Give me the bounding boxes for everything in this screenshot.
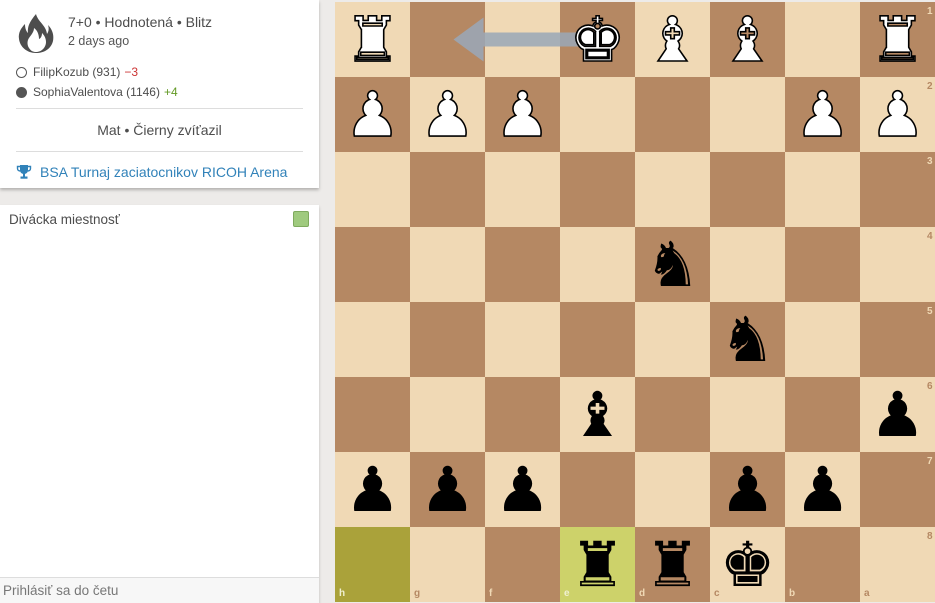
game-setup: 7+0 • Hodnotená • Blitz [68, 14, 213, 30]
rating-diff: −3 [124, 65, 139, 79]
square-f6[interactable] [485, 377, 560, 452]
square-c4[interactable] [710, 227, 785, 302]
square-c3[interactable] [710, 152, 785, 227]
white-rook-icon[interactable]: ♜ [860, 2, 935, 77]
square-g1[interactable] [410, 2, 485, 77]
square-a3[interactable] [860, 152, 935, 227]
game-info-card: 7+0 • Hodnotená • Blitz 2 days ago Filip… [0, 0, 319, 188]
rating-diff: +4 [163, 85, 178, 99]
square-c6[interactable] [710, 377, 785, 452]
square-h5[interactable] [335, 302, 410, 377]
tournament-name: BSA Turnaj zaciatocnikov RICOH Arena [40, 164, 288, 180]
players-list: FilipKozub (931) −3 SophiaValentova (114… [16, 62, 303, 102]
black-pawn-icon[interactable]: ♟ [860, 377, 935, 452]
blitz-fire-icon [18, 14, 54, 53]
square-h8[interactable] [335, 527, 410, 602]
game-header: 7+0 • Hodnotená • Blitz 2 days ago [16, 12, 303, 60]
square-e4[interactable] [560, 227, 635, 302]
white-pawn-icon[interactable]: ♟ [860, 77, 935, 152]
file-label: b [789, 588, 796, 599]
square-g8[interactable] [410, 527, 485, 602]
spectator-chat-panel: Divácka miestnosť [0, 205, 319, 603]
white-pawn-icon[interactable]: ♟ [410, 77, 485, 152]
rank-label: 3 [927, 156, 933, 167]
square-h3[interactable] [335, 152, 410, 227]
file-label: g [414, 588, 421, 599]
square-b1[interactable] [785, 2, 860, 77]
black-pawn-icon[interactable]: ♟ [710, 452, 785, 527]
chat-toggle-checkbox[interactable] [293, 211, 309, 227]
white-pawn-icon[interactable]: ♟ [485, 77, 560, 152]
black-pawn-icon[interactable]: ♟ [410, 452, 485, 527]
white-rook-icon[interactable]: ♜ [335, 2, 410, 77]
square-a7[interactable] [860, 452, 935, 527]
square-f1[interactable] [485, 2, 560, 77]
game-result: Mat • Čierny zvíťazil [97, 122, 222, 138]
rank-label: 8 [927, 531, 933, 542]
square-b8[interactable] [785, 527, 860, 602]
square-d3[interactable] [635, 152, 710, 227]
square-e5[interactable] [560, 302, 635, 377]
square-g4[interactable] [410, 227, 485, 302]
player-name: SophiaValentova (1146) [33, 85, 160, 99]
square-a8[interactable] [860, 527, 935, 602]
square-d7[interactable] [635, 452, 710, 527]
square-a4[interactable] [860, 227, 935, 302]
square-e7[interactable] [560, 452, 635, 527]
square-f3[interactable] [485, 152, 560, 227]
square-g3[interactable] [410, 152, 485, 227]
black-pawn-icon[interactable]: ♟ [785, 452, 860, 527]
square-a5[interactable] [860, 302, 935, 377]
player-black[interactable]: SophiaValentova (1146) +4 [16, 82, 303, 102]
black-bishop-icon[interactable]: ♝ [560, 377, 635, 452]
black-knight-icon[interactable]: ♞ [635, 227, 710, 302]
white-bishop-icon[interactable]: ♝ [635, 2, 710, 77]
player-white[interactable]: FilipKozub (931) −3 [16, 62, 303, 82]
square-b4[interactable] [785, 227, 860, 302]
white-king-icon[interactable]: ♚ [560, 2, 635, 77]
rank-label: 7 [927, 456, 933, 467]
file-label: a [864, 588, 870, 599]
black-knight-icon[interactable]: ♞ [710, 302, 785, 377]
square-b5[interactable] [785, 302, 860, 377]
white-pawn-icon[interactable]: ♟ [335, 77, 410, 152]
square-c2[interactable] [710, 77, 785, 152]
square-g5[interactable] [410, 302, 485, 377]
black-color-icon [16, 86, 27, 98]
square-f5[interactable] [485, 302, 560, 377]
game-timestamp: 2 days ago [68, 34, 130, 48]
chat-input[interactable] [0, 577, 319, 603]
square-f8[interactable] [485, 527, 560, 602]
square-d2[interactable] [635, 77, 710, 152]
square-e3[interactable] [560, 152, 635, 227]
rank-label: 4 [927, 231, 933, 242]
rank-label: 5 [927, 306, 933, 317]
square-h4[interactable] [335, 227, 410, 302]
square-b3[interactable] [785, 152, 860, 227]
white-pawn-icon[interactable]: ♟ [785, 77, 860, 152]
chat-title: Divácka miestnosť [9, 211, 120, 227]
square-h6[interactable] [335, 377, 410, 452]
black-pawn-icon[interactable]: ♟ [485, 452, 560, 527]
white-bishop-icon[interactable]: ♝ [710, 2, 785, 77]
chess-board[interactable]: 1 2 3 4 5 6 7 8 h g f e d c b a ♜ ♚ ♝ ♝ ♜ ♟ ♟ ♟ ♟ ♟ ♞ ♞ ♝ ♟ ♟ ♟ ♟ ♟ ♟ ♜ ♜ ♚ [335, 2, 935, 602]
file-label: f [489, 588, 493, 599]
square-d6[interactable] [635, 377, 710, 452]
file-label: h [339, 588, 346, 599]
tournament-link[interactable]: BSA Turnaj zaciatocnikov RICOH Arena [16, 152, 303, 192]
black-rook-icon[interactable]: ♜ [560, 527, 635, 602]
square-d5[interactable] [635, 302, 710, 377]
white-color-icon [16, 66, 27, 78]
square-g6[interactable] [410, 377, 485, 452]
black-rook-icon[interactable]: ♜ [635, 527, 710, 602]
chat-header: Divácka miestnosť [0, 205, 319, 233]
black-king-icon[interactable]: ♚ [710, 527, 785, 602]
square-b6[interactable] [785, 377, 860, 452]
square-e2[interactable] [560, 77, 635, 152]
square-f4[interactable] [485, 227, 560, 302]
game-meta: 7+0 • Hodnotená • Blitz 2 days ago [68, 12, 212, 50]
player-name: FilipKozub (931) [33, 65, 121, 79]
black-pawn-icon[interactable]: ♟ [335, 452, 410, 527]
trophy-icon [16, 165, 32, 179]
